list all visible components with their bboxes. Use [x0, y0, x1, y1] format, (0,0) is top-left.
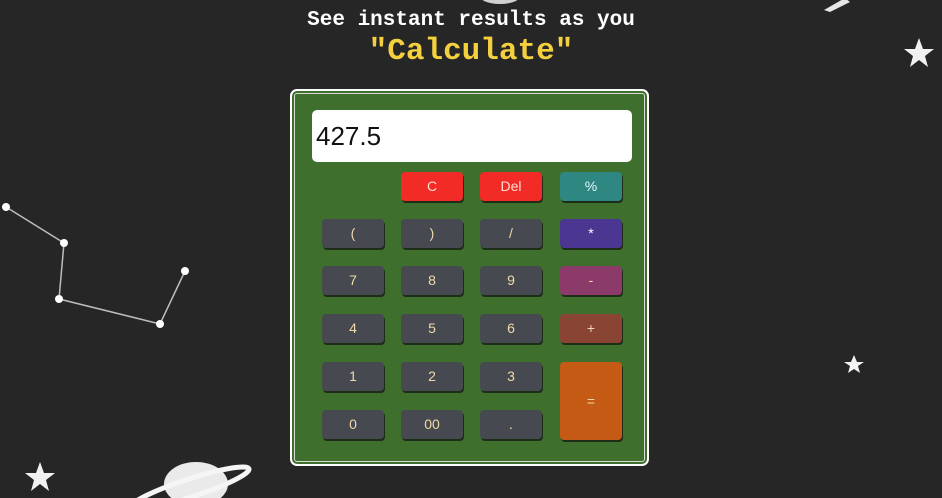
- multiply-button[interactable]: *: [560, 219, 622, 248]
- six-button[interactable]: 6: [480, 314, 542, 343]
- eight-button[interactable]: 8: [401, 266, 463, 295]
- planet-icon: [128, 462, 252, 498]
- decimal-button[interactable]: .: [480, 410, 542, 439]
- divide-button[interactable]: /: [480, 219, 542, 248]
- four-button[interactable]: 4: [322, 314, 384, 343]
- two-button[interactable]: 2: [401, 362, 463, 391]
- star-icon: [25, 462, 55, 491]
- minus-button[interactable]: -: [560, 266, 622, 295]
- zero-button[interactable]: 0: [322, 410, 384, 439]
- five-button[interactable]: 5: [401, 314, 463, 343]
- constellation-decoration: [5, 206, 186, 325]
- nine-button[interactable]: 9: [480, 266, 542, 295]
- star-icon: [844, 355, 864, 373]
- page: See instant results as you "Calculate" 4…: [0, 0, 942, 498]
- seven-button[interactable]: 7: [322, 266, 384, 295]
- planet-top-icon: [482, 0, 518, 4]
- open-paren-button[interactable]: (: [322, 219, 384, 248]
- calculator-display[interactable]: 427.5: [312, 110, 632, 162]
- clear-button[interactable]: C: [401, 172, 463, 201]
- percent-button[interactable]: %: [560, 172, 622, 201]
- subtitle-text: See instant results as you: [307, 9, 635, 32]
- plus-button[interactable]: +: [560, 314, 622, 343]
- calculator-panel: 427.5 C Del % ( ) / * 7 8 9 - 4 5 6 + 1 …: [290, 89, 649, 466]
- page-title: "Calculate": [368, 34, 574, 69]
- double-zero-button[interactable]: 00: [401, 410, 463, 439]
- one-button[interactable]: 1: [322, 362, 384, 391]
- delete-button[interactable]: Del: [480, 172, 542, 201]
- three-button[interactable]: 3: [480, 362, 542, 391]
- close-paren-button[interactable]: ): [401, 219, 463, 248]
- equals-button[interactable]: =: [560, 362, 622, 440]
